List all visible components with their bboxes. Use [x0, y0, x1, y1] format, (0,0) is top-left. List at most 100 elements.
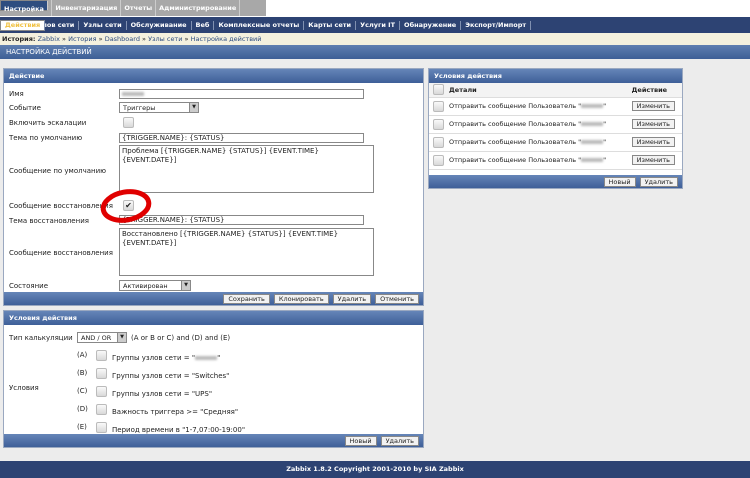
top-menu: Мониторинг Инвентаризация Отчеты Настрой…: [0, 0, 750, 17]
conditions-panel-title: Условия действия: [4, 311, 423, 325]
sub-nav: Группы узлов сети Узлы сети Обслуживание…: [0, 17, 750, 33]
save-button[interactable]: Сохранить: [223, 293, 270, 304]
escalation-label: Включить эскалации: [9, 119, 87, 127]
conditions-buttons: Новый Удалить: [4, 434, 423, 447]
breadcrumb-sep: »: [98, 35, 103, 43]
edit-operation-button[interactable]: Изменить: [631, 155, 675, 165]
chevron-down-icon: ▼: [189, 103, 198, 112]
cancel-button[interactable]: Отменить: [375, 293, 419, 304]
subnav-maps[interactable]: Карты сети: [304, 20, 357, 30]
condition-text: Группы узлов сети = "UPS": [112, 390, 213, 398]
recovery-label: Сообщение восстановления: [9, 202, 113, 210]
edit-operation-button[interactable]: Изменить: [631, 101, 675, 111]
footer: Zabbix 1.8.2 Copyright 2001-2010 by SIA …: [0, 461, 750, 478]
subnav-export-import[interactable]: Экспорт/Импорт: [461, 20, 532, 30]
condition-text: Группы узлов сети = "Switches": [112, 372, 230, 380]
condition-checkbox[interactable]: [96, 386, 107, 397]
escalation-checkbox[interactable]: [123, 117, 134, 128]
calc-type-select[interactable]: AND / OR ▼: [77, 332, 127, 343]
breadcrumb-prefix: История:: [2, 35, 36, 43]
breadcrumb-item[interactable]: Zabbix: [38, 35, 60, 43]
operation-row: Отправить сообщение Пользователь " " Изме…: [429, 151, 682, 170]
new-operation-button[interactable]: Новый: [603, 176, 636, 187]
recovery-message-textarea[interactable]: Восстановлено [{TRIGGER.NAME} {STATUS}] …: [119, 228, 374, 276]
condition-checkbox[interactable]: [96, 368, 107, 379]
subnav-web[interactable]: Веб: [192, 20, 215, 30]
subnav-discovery[interactable]: Обнаружение: [400, 20, 462, 30]
action-panel-title: Действие: [4, 69, 423, 83]
operation-checkbox[interactable]: [433, 154, 444, 166]
edit-operation-button[interactable]: Изменить: [631, 119, 675, 129]
operation-row: Отправить сообщение Пользователь " " Изме…: [429, 115, 682, 134]
subnav-screens[interactable]: Комплексные отчеты: [214, 20, 305, 30]
condition-text: Группы узлов сети = " ": [112, 354, 221, 362]
condition-id: (E): [77, 423, 87, 431]
breadcrumb-sep: »: [62, 35, 66, 43]
operation-checkbox[interactable]: [433, 136, 444, 148]
redacted-value: [122, 92, 144, 96]
column-details: Детали: [449, 83, 632, 98]
breadcrumb-item[interactable]: Dashboard: [105, 35, 140, 43]
event-select[interactable]: Триггеры ▼: [119, 102, 199, 113]
operation-details: Отправить сообщение Пользователь " ": [449, 97, 632, 116]
new-condition-button[interactable]: Новый: [344, 435, 377, 446]
edit-operation-button[interactable]: Изменить: [631, 137, 675, 147]
condition-checkbox[interactable]: [96, 404, 107, 415]
subnav-maintenance[interactable]: Обслуживание: [127, 20, 192, 30]
breadcrumb-item[interactable]: Узлы сети: [148, 35, 182, 43]
operation-details: Отправить сообщение Пользователь " ": [449, 133, 632, 152]
breadcrumb-item[interactable]: История: [68, 35, 96, 43]
redacted-value: [581, 122, 604, 126]
recovery-message-label: Сообщение восстановления: [9, 249, 113, 257]
menu-inventory[interactable]: Инвентаризация: [52, 0, 122, 16]
operations-table: Детали Действие Отправить сообщение Польз…: [429, 83, 682, 170]
status-value: Активирован: [123, 282, 168, 290]
operations-panel-title: Условия действия: [429, 69, 682, 83]
subnav-it-services[interactable]: Услуги IT: [356, 20, 401, 30]
chevron-down-icon: ▼: [117, 333, 126, 342]
action-buttons: Сохранить Клонировать Удалить Отменить: [4, 292, 423, 305]
calc-type-label: Тип калькуляции: [9, 334, 73, 342]
status-select[interactable]: Активирован ▼: [119, 280, 191, 291]
breadcrumb-item[interactable]: Настройка действий: [191, 35, 262, 43]
subject-input[interactable]: {TRIGGER.NAME}: {STATUS}: [119, 133, 364, 143]
operation-details: Отправить сообщение Пользователь " ": [449, 115, 632, 134]
name-input[interactable]: [119, 89, 364, 99]
subnav-actions[interactable]: Действия: [0, 19, 46, 31]
operation-checkbox[interactable]: [433, 118, 444, 130]
operation-row: Отправить сообщение Пользователь " " Изме…: [429, 133, 682, 152]
condition-text: Важность триггера >= "Средняя": [112, 408, 239, 416]
condition-id: (C): [77, 387, 88, 395]
delete-button[interactable]: Удалить: [332, 293, 372, 304]
red-circle-annotation: [100, 189, 152, 223]
redacted-value: [581, 140, 604, 144]
condition-checkbox[interactable]: [96, 422, 107, 433]
redacted-value: [195, 356, 218, 360]
condition-checkbox[interactable]: [96, 350, 107, 361]
subnav-hosts[interactable]: Узлы сети: [79, 20, 127, 30]
calc-formula: (A or B or C) and (D) and (E): [131, 334, 231, 342]
menu-reports[interactable]: Отчеты: [121, 0, 157, 16]
select-all-checkbox[interactable]: [433, 84, 444, 96]
conditions-label: Условия: [9, 384, 39, 392]
menu-administration[interactable]: Администрирование: [156, 0, 241, 16]
condition-id: (A): [77, 351, 88, 359]
message-textarea[interactable]: Проблема [{TRIGGER.NAME} {STATUS}] {EVEN…: [119, 145, 374, 193]
chevron-down-icon: ▼: [181, 281, 190, 290]
breadcrumb-sep: »: [142, 35, 147, 43]
delete-condition-button[interactable]: Удалить: [380, 435, 419, 446]
subject-label: Тема по умолчанию: [9, 134, 83, 142]
column-action: Действие: [631, 83, 682, 98]
event-label: Событие: [9, 104, 41, 112]
redacted-value: [581, 104, 604, 108]
recovery-subject-input[interactable]: {TRIGGER.NAME}: {STATUS}: [119, 215, 364, 225]
action-panel: Действие Имя Событие Триггеры ▼ Включить …: [3, 68, 424, 306]
condition-id: (D): [77, 405, 88, 413]
operation-details: Отправить сообщение Пользователь " ": [449, 151, 632, 170]
operations-panel: Условия действия Детали Действие Отправит…: [428, 68, 683, 189]
menu-configuration[interactable]: Настройка: [0, 0, 48, 13]
name-label: Имя: [9, 90, 24, 98]
delete-operation-button[interactable]: Удалить: [639, 176, 678, 187]
clone-button[interactable]: Клонировать: [273, 293, 329, 304]
operation-checkbox[interactable]: [433, 100, 444, 112]
